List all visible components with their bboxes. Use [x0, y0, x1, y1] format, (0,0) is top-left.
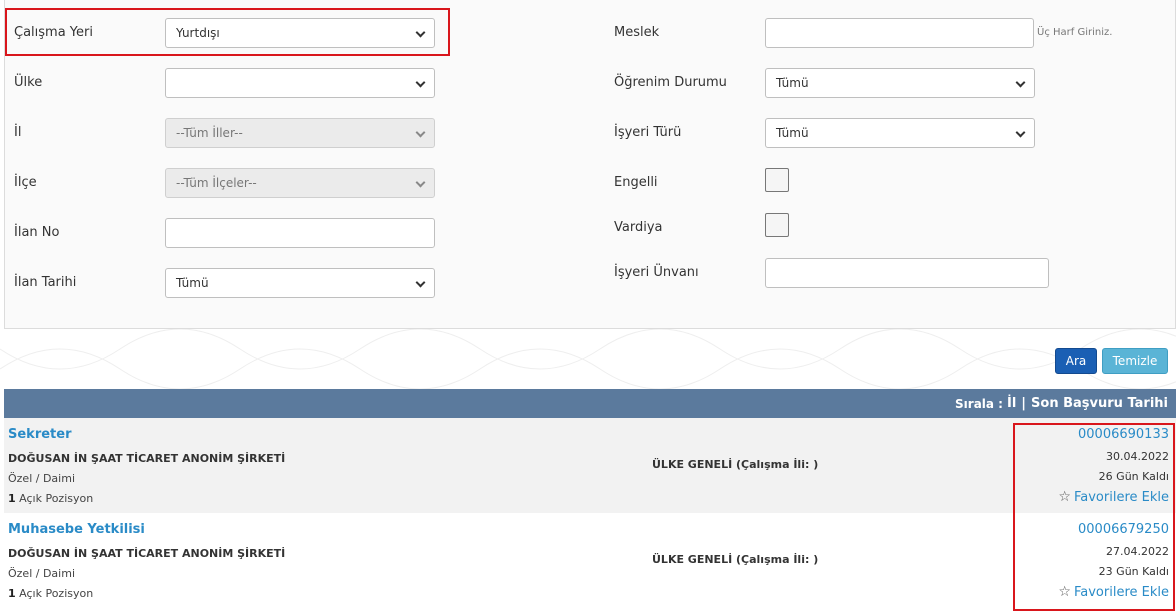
ogrenim-durumu-value: Tümü [776, 76, 809, 90]
result-row: Sekreter DOĞUSAN İN ŞAAT TİCARET ANONİM … [4, 418, 1176, 513]
meslek-hint: Üç Harf Giriniz. [1037, 27, 1113, 38]
ilan-no-label: İlan No [14, 225, 60, 240]
ilan-tarihi-label: İlan Tarihi [14, 275, 77, 290]
open-positions: 1 Açık Pozisyon [8, 492, 93, 505]
isyeri-unvani-input[interactable] [765, 258, 1049, 288]
employment-type: Özel / Daimi [8, 567, 75, 580]
positions-label: Açık Pozisyon [19, 492, 94, 505]
ilce-value: --Tüm İlçeler-- [176, 176, 257, 190]
chevron-down-icon [415, 177, 426, 188]
ogrenim-durumu-select[interactable]: Tümü [765, 68, 1035, 98]
ogrenim-durumu-label: Öğrenim Durumu [614, 75, 727, 90]
calisma-yeri-highlight [5, 8, 450, 56]
isyeri-turu-value: Tümü [776, 126, 809, 140]
ilce-select: --Tüm İlçeler-- [165, 168, 435, 198]
chevron-down-icon [415, 277, 426, 288]
isyeri-turu-label: İşyeri Türü [614, 125, 682, 140]
ulke-label: Ülke [14, 75, 43, 90]
job-title-link[interactable]: Muhasebe Yetkilisi [8, 522, 145, 537]
engelli-label: Engelli [614, 175, 658, 190]
decorative-band [0, 328, 1176, 390]
company-name: DOĞUSAN İN ŞAAT TİCARET ANONİM ŞİRKETİ [8, 547, 286, 560]
open-positions: 1 Açık Pozisyon [8, 587, 93, 600]
il-select: --Tüm İller-- [165, 118, 435, 148]
ilan-no-input[interactable] [165, 218, 435, 248]
il-value: --Tüm İller-- [176, 126, 243, 140]
meslek-input[interactable] [765, 18, 1034, 48]
chevron-down-icon [415, 127, 426, 138]
clear-button[interactable]: Temizle [1102, 348, 1168, 374]
job-location: ÜLKE GENELİ (Çalışma İli: ) [652, 458, 819, 471]
vardiya-label: Vardiya [614, 220, 663, 235]
ilan-tarihi-select[interactable]: Tümü [165, 268, 435, 298]
listing-meta-highlight [1013, 423, 1175, 611]
sort-label: Sırala : [955, 396, 1003, 411]
sort-by-deadline[interactable]: Son Başvuru Tarihi [1031, 396, 1168, 411]
ilce-label: İlçe [14, 175, 37, 190]
job-title-link[interactable]: Sekreter [8, 427, 72, 442]
meslek-label: Meslek [614, 25, 660, 40]
sort-bar: Sırala : İl | Son Başvuru Tarihi [4, 389, 1176, 418]
positions-count: 1 [8, 587, 16, 600]
sort-by-il[interactable]: İl [1007, 396, 1016, 411]
decorative-pattern [0, 328, 1176, 390]
company-name: DOĞUSAN İN ŞAAT TİCARET ANONİM ŞİRKETİ [8, 452, 286, 465]
result-row: Muhasebe Yetkilisi DOĞUSAN İN ŞAAT TİCAR… [4, 513, 1176, 608]
il-label: İl [14, 125, 22, 140]
isyeri-unvani-label: İşyeri Ünvanı [614, 265, 699, 280]
sort-separator: | [1021, 396, 1027, 411]
chevron-down-icon [1015, 77, 1026, 88]
ilan-tarihi-value: Tümü [176, 276, 209, 290]
chevron-down-icon [415, 77, 426, 88]
isyeri-turu-select[interactable]: Tümü [765, 118, 1035, 148]
positions-count: 1 [8, 492, 16, 505]
positions-label: Açık Pozisyon [19, 587, 94, 600]
vardiya-checkbox[interactable] [765, 213, 789, 237]
search-button[interactable]: Ara [1055, 348, 1097, 374]
job-location: ÜLKE GENELİ (Çalışma İli: ) [652, 553, 819, 566]
engelli-checkbox[interactable] [765, 168, 789, 192]
employment-type: Özel / Daimi [8, 472, 75, 485]
chevron-down-icon [1015, 127, 1026, 138]
ulke-select[interactable] [165, 68, 435, 98]
